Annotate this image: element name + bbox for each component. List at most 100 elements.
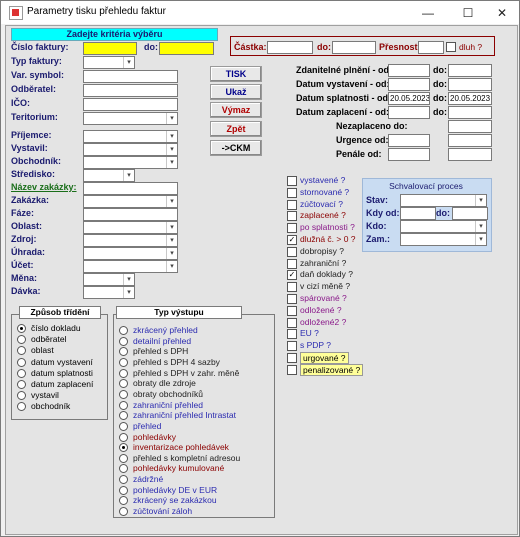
approval-when-to-input[interactable] xyxy=(452,207,488,220)
output-radio[interactable] xyxy=(119,357,128,367)
order-name-input[interactable] xyxy=(83,182,178,195)
payment-date-to-input[interactable] xyxy=(448,106,492,119)
batch-combo[interactable]: ▾ xyxy=(83,286,135,299)
taxable-date-from-input[interactable] xyxy=(388,64,430,77)
status-checkbox[interactable]: ✓ xyxy=(287,235,297,245)
debt-checkbox[interactable] xyxy=(446,42,456,52)
sort-radio[interactable] xyxy=(17,357,26,367)
precision-input[interactable] xyxy=(418,41,444,54)
payment-label: Úhrada: xyxy=(11,247,46,257)
status-checkbox[interactable] xyxy=(287,317,297,328)
status-checkbox[interactable] xyxy=(287,341,297,352)
status-checkbox[interactable] xyxy=(287,364,297,375)
ckm-button[interactable]: ->CKM xyxy=(210,140,262,156)
cost-center-combo[interactable]: ▾ xyxy=(83,169,135,182)
status-checkbox[interactable] xyxy=(287,258,297,269)
output-radio[interactable] xyxy=(119,326,128,335)
account-combo[interactable]: ▾ xyxy=(83,260,178,273)
output-radio[interactable] xyxy=(119,336,128,346)
output-radio[interactable] xyxy=(119,485,128,495)
payment-date-from-input[interactable] xyxy=(388,106,430,119)
unpaid-until-input[interactable] xyxy=(448,120,492,133)
chevron-down-icon[interactable]: ▾ xyxy=(123,57,134,68)
recipient-combo[interactable]: ▾ xyxy=(83,130,178,143)
clear-button[interactable]: Výmaz xyxy=(210,102,262,118)
chevron-down-icon[interactable]: ▾ xyxy=(166,196,177,207)
chevron-down-icon[interactable]: ▾ xyxy=(166,113,177,124)
sort-radio[interactable] xyxy=(17,324,26,333)
area-combo[interactable]: ▾ xyxy=(83,221,178,234)
var-symbol-input[interactable] xyxy=(83,70,178,83)
chevron-down-icon[interactable]: ▾ xyxy=(123,274,134,285)
currency-combo[interactable]: ▾ xyxy=(83,273,135,286)
taxable-date-to-input[interactable] xyxy=(448,64,492,77)
minimize-button[interactable]: — xyxy=(413,4,443,22)
invoice-type-combo[interactable]: ▾ xyxy=(83,56,135,69)
approval-state-combo[interactable]: ▾ xyxy=(400,194,487,207)
ico-input[interactable] xyxy=(83,98,178,111)
approval-who-combo[interactable]: ▾ xyxy=(400,220,487,233)
source-combo[interactable]: ▾ xyxy=(83,234,178,247)
chevron-down-icon[interactable]: ▾ xyxy=(166,235,177,246)
status-checkbox[interactable] xyxy=(287,329,297,340)
approval-when-from-input[interactable] xyxy=(400,207,436,220)
payment-combo[interactable]: ▾ xyxy=(83,247,178,260)
chevron-down-icon[interactable]: ▾ xyxy=(475,234,486,245)
back-button[interactable]: Zpět xyxy=(210,121,262,137)
status-checkbox[interactable] xyxy=(287,305,297,316)
order-combo[interactable]: ▾ xyxy=(83,195,178,208)
output-radio[interactable] xyxy=(119,432,128,442)
amount-to-input[interactable] xyxy=(332,41,376,54)
status-checkbox[interactable] xyxy=(287,199,297,210)
print-button[interactable]: TISK xyxy=(210,66,262,82)
output-radio[interactable] xyxy=(119,368,128,378)
territory-combo[interactable]: ▾ xyxy=(83,112,178,125)
chevron-down-icon[interactable]: ▾ xyxy=(166,261,177,272)
chevron-down-icon[interactable]: ▾ xyxy=(123,170,134,181)
sort-radio[interactable] xyxy=(17,380,26,389)
output-radio[interactable] xyxy=(119,389,128,399)
approval-employee-combo[interactable]: ▾ xyxy=(400,233,487,246)
customer-input[interactable] xyxy=(83,84,178,97)
chevron-down-icon[interactable]: ▾ xyxy=(166,222,177,233)
salesman-combo[interactable]: ▾ xyxy=(83,156,178,169)
output-radio[interactable] xyxy=(119,421,128,431)
status-checkbox[interactable] xyxy=(287,294,297,304)
close-button[interactable]: ✕ xyxy=(487,4,517,22)
penalty-to-input[interactable] xyxy=(448,148,492,161)
sort-radio[interactable] xyxy=(17,368,26,378)
chevron-down-icon[interactable]: ▾ xyxy=(166,131,177,142)
status-checkbox[interactable] xyxy=(287,223,297,234)
chevron-down-icon[interactable]: ▾ xyxy=(166,157,177,168)
chevron-down-icon[interactable]: ▾ xyxy=(166,248,177,259)
phase-input[interactable] xyxy=(83,208,178,221)
status-checkbox[interactable]: ✓ xyxy=(287,270,297,281)
chevron-down-icon[interactable]: ▾ xyxy=(475,195,486,206)
show-button[interactable]: Ukaž xyxy=(210,84,262,100)
status-checkbox[interactable] xyxy=(287,353,297,363)
maximize-button[interactable]: ☐ xyxy=(453,4,483,22)
status-checkbox[interactable] xyxy=(287,282,297,293)
penalty-from-input[interactable] xyxy=(388,148,430,161)
due-date-from-input[interactable]: 20.05.2023 xyxy=(388,92,430,105)
reminder-from-input[interactable] xyxy=(388,134,430,147)
chevron-down-icon[interactable]: ▾ xyxy=(123,287,134,298)
due-date-to-input[interactable]: 20.05.2023 xyxy=(448,92,492,105)
invoice-number-to-input[interactable] xyxy=(159,42,214,55)
amount-from-input[interactable] xyxy=(267,41,313,54)
reminder-to-input[interactable] xyxy=(448,134,492,147)
chevron-down-icon[interactable]: ▾ xyxy=(475,221,486,232)
status-checkbox[interactable] xyxy=(287,187,297,198)
criteria-header: Zadejte kritéria výběru xyxy=(11,28,218,41)
issue-date-from-input[interactable] xyxy=(388,78,430,91)
issued-by-combo[interactable]: ▾ xyxy=(83,143,178,156)
status-checkbox[interactable] xyxy=(287,176,297,186)
output-radio[interactable] xyxy=(119,507,128,517)
status-checkbox[interactable] xyxy=(287,211,297,222)
status-checkbox[interactable] xyxy=(287,246,297,257)
invoice-number-from-input[interactable] xyxy=(83,42,137,55)
output-radio[interactable] xyxy=(119,453,128,463)
issue-date-to-input[interactable] xyxy=(448,78,492,91)
chevron-down-icon[interactable]: ▾ xyxy=(166,144,177,155)
output-radio[interactable] xyxy=(119,400,128,410)
